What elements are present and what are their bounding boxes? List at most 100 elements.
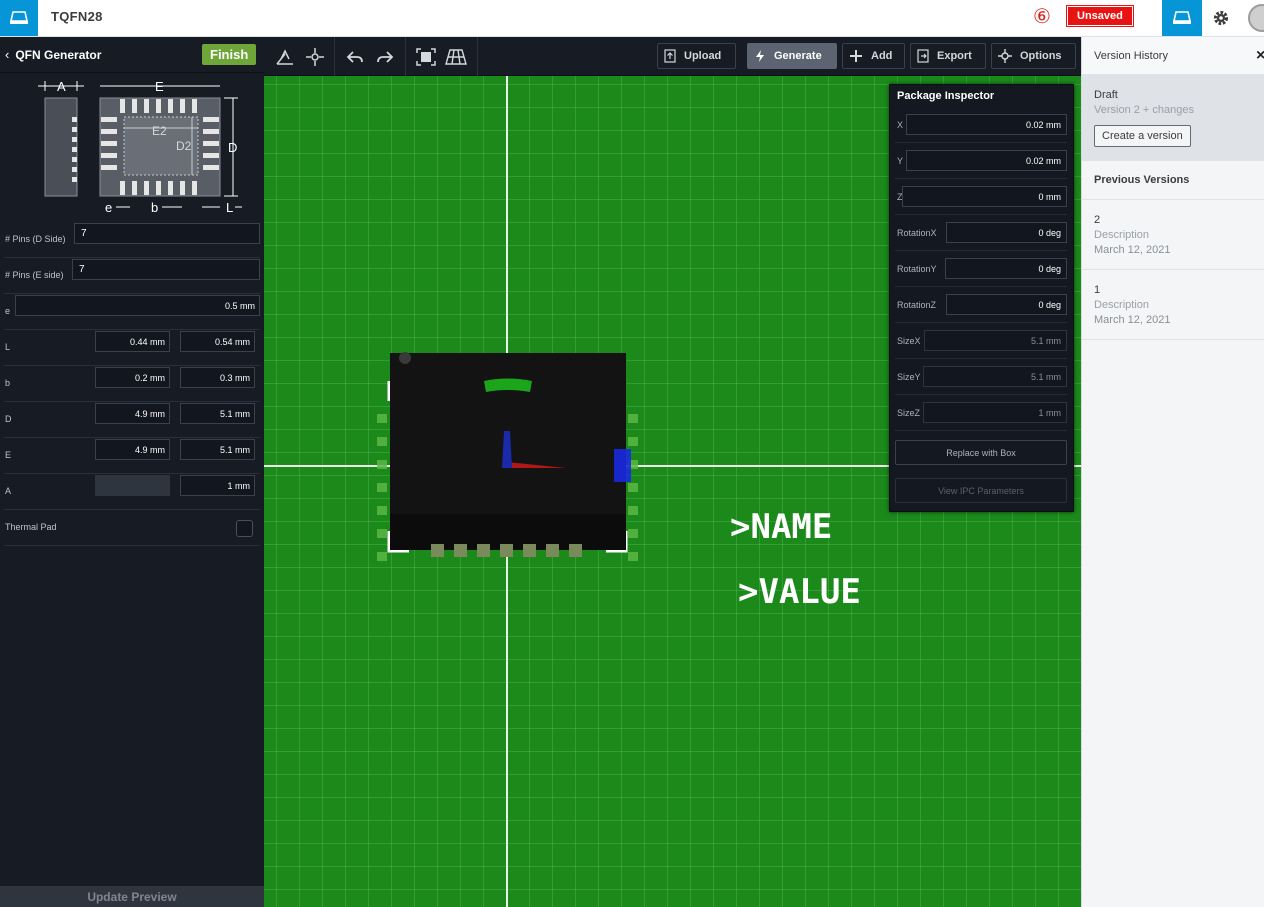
version-item[interactable]: 1 Description March 12, 2021 — [1082, 270, 1264, 340]
inspector-label: Y — [897, 156, 904, 166]
view-ipc-parameters-button[interactable]: View IPC Parameters — [895, 478, 1067, 503]
inspector-label: RotationX — [897, 228, 937, 238]
snap-icon[interactable] — [274, 46, 296, 68]
undo-icon[interactable] — [344, 46, 366, 68]
upload-icon — [664, 49, 676, 63]
a-max-input[interactable]: 1 mm — [180, 475, 255, 496]
pins-d-side-input[interactable]: 7 — [74, 223, 260, 244]
finish-button[interactable]: Finish — [202, 44, 257, 65]
generator-panel: ‹ QFN Generator Finish A E E2 D2 D e b L… — [0, 37, 264, 907]
e-min-input[interactable]: 4.9 mm — [95, 439, 170, 460]
chevron-left-icon[interactable]: ‹ — [5, 47, 9, 62]
a-row: A 1 mm — [4, 474, 260, 510]
inspector-y-input[interactable]: 0.02 mm — [906, 150, 1067, 171]
d-max-input[interactable]: 5.1 mm — [180, 403, 255, 424]
upload-button[interactable]: Upload — [657, 43, 736, 69]
e-max-input[interactable]: 5.1 mm — [180, 439, 255, 460]
version-number: 1 — [1094, 284, 1101, 296]
l-max-input[interactable]: 0.54 mm — [180, 331, 255, 352]
qfn-dimension-diagram: A E E2 D2 D e b L — [38, 79, 242, 215]
inspector-row-size-z: SizeZ 1 mm — [895, 395, 1067, 431]
toolbar-divider — [405, 37, 406, 76]
export-label: Export — [937, 50, 972, 62]
e-row: E 4.9 mm 5.1 mm — [4, 438, 260, 474]
inspector-row-size-y: SizeY 5.1 mm — [895, 359, 1067, 395]
gear-icon[interactable] — [1206, 3, 1236, 33]
close-icon[interactable]: × — [1256, 47, 1264, 65]
inspector-rotation-x-input[interactable]: 0 deg — [946, 222, 1067, 243]
fit-view-icon[interactable] — [415, 46, 437, 68]
inspector-label: SizeZ — [897, 408, 921, 418]
options-button[interactable]: Options — [991, 43, 1076, 69]
l-row: L 0.44 mm 0.54 mm — [4, 330, 260, 366]
create-version-button[interactable]: Create a version — [1094, 125, 1191, 147]
draft-section[interactable]: Draft Version 2 + changes Create a versi… — [1082, 75, 1264, 161]
pin1-marker — [399, 352, 411, 364]
pitch-input[interactable]: 0.5 mm — [15, 295, 260, 316]
inspector-size-y-input: 5.1 mm — [923, 366, 1067, 387]
inspector-row-y: Y 0.02 mm — [895, 143, 1067, 179]
thermal-pad-checkbox[interactable] — [236, 520, 253, 537]
left-pads — [377, 414, 387, 561]
toolbar-divider — [477, 37, 478, 76]
options-label: Options — [1020, 50, 1062, 62]
diagram-label-e-top: E — [155, 79, 164, 94]
b-min-input[interactable]: 0.2 mm — [95, 367, 170, 388]
value-placeholder-text: >VALUE — [738, 572, 861, 612]
inspector-x-input[interactable]: 0.02 mm — [906, 114, 1067, 135]
grid-view-icon[interactable] — [445, 46, 467, 68]
unsaved-status-badge: Unsaved — [1066, 5, 1134, 27]
generate-button[interactable]: Generate — [747, 43, 837, 69]
pins-e-side-input[interactable]: 7 — [72, 259, 260, 280]
panel-title: QFN Generator — [15, 47, 102, 62]
inspector-rotation-z-input[interactable]: 0 deg — [946, 294, 1067, 315]
version-date: March 12, 2021 — [1094, 244, 1171, 256]
plus-icon — [850, 50, 862, 62]
right-pads — [628, 414, 638, 561]
redo-icon[interactable] — [374, 46, 396, 68]
pins-e-side-row: # Pins (E side) 7 — [4, 258, 260, 294]
upload-label: Upload — [684, 50, 722, 62]
draft-title: Draft — [1094, 89, 1118, 101]
inspector-row-x: X 0.02 mm — [895, 107, 1067, 143]
export-icon — [917, 49, 929, 63]
top-bar: TQFN28 ⑥ Unsaved — [0, 0, 1264, 37]
thermal-pad-label: Thermal Pad — [5, 522, 57, 532]
save-count-badge: ⑥ — [1033, 6, 1051, 28]
diagram-label-e-pitch: e — [105, 200, 112, 215]
b-label: b — [5, 378, 11, 388]
package-view-button[interactable] — [1162, 0, 1202, 36]
inspector-label: RotationZ — [897, 300, 937, 310]
inspector-rotation-y-input[interactable]: 0 deg — [945, 258, 1067, 279]
inspector-z-input[interactable]: 0 mm — [902, 186, 1067, 207]
draft-subtitle: Version 2 + changes — [1094, 104, 1194, 116]
inspector-label: X — [897, 120, 904, 130]
l-min-input[interactable]: 0.44 mm — [95, 331, 170, 352]
pins-e-side-label: # Pins (E side) — [5, 270, 64, 280]
d-min-input[interactable]: 4.9 mm — [95, 403, 170, 424]
diagram-label-l: L — [226, 200, 233, 215]
add-button[interactable]: Add — [842, 43, 905, 69]
inspector-row-rotation-y: RotationY 0 deg — [895, 251, 1067, 287]
avatar[interactable] — [1248, 4, 1264, 32]
name-placeholder-text: >NAME — [730, 507, 832, 547]
package-icon[interactable] — [0, 0, 38, 36]
add-label: Add — [871, 50, 893, 62]
inspector-size-x-input: 5.1 mm — [924, 330, 1067, 351]
b-max-input[interactable]: 0.3 mm — [180, 367, 255, 388]
lightning-icon — [756, 50, 764, 62]
e-label: E — [5, 450, 12, 460]
inspector-label: SizeX — [897, 336, 921, 346]
pitch-label: e — [5, 306, 11, 316]
update-preview-button[interactable]: Update Preview — [0, 886, 264, 907]
inspector-row-z: Z 0 mm — [895, 179, 1067, 215]
export-button[interactable]: Export — [910, 43, 986, 69]
diagram-label-e2: E2 — [152, 124, 167, 138]
inspector-label: SizeY — [897, 372, 921, 382]
toolbar-divider — [334, 37, 335, 76]
diagram-label-d: D — [228, 140, 237, 155]
diagram-label-a: A — [57, 79, 66, 94]
version-item[interactable]: 2 Description March 12, 2021 — [1082, 200, 1264, 270]
origin-icon[interactable] — [304, 46, 326, 68]
replace-with-box-button[interactable]: Replace with Box — [895, 440, 1067, 465]
